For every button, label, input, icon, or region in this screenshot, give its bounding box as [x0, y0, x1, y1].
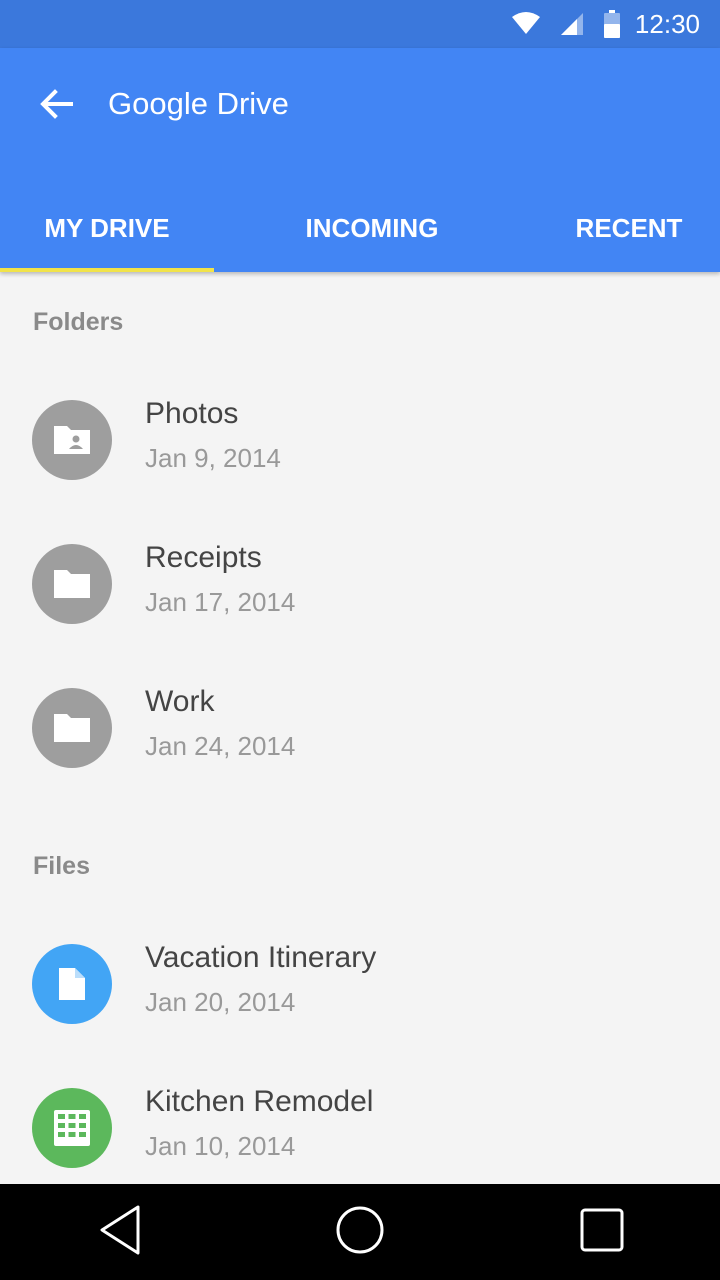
- home-circle-icon: [334, 1204, 386, 1261]
- shared-folder-icon: [32, 400, 112, 480]
- tab-incoming[interactable]: INCOMING: [262, 184, 482, 272]
- nav-back-button[interactable]: [88, 1204, 152, 1260]
- item-date: Jan 17, 2014: [145, 587, 296, 617]
- nav-home-button[interactable]: [328, 1204, 392, 1260]
- status-time: 12:30: [634, 8, 700, 39]
- item-name: Receipts: [145, 541, 262, 574]
- list-item-vacation-itinerary[interactable]: Vacation Itinerary Jan 20, 2014: [0, 904, 720, 1048]
- battery-icon: [603, 10, 621, 38]
- item-date: Jan 10, 2014: [145, 1131, 296, 1161]
- list-item-work[interactable]: Work Jan 24, 2014: [0, 648, 720, 792]
- list-item-kitchen-remodel[interactable]: Kitchen Remodel Jan 10, 2014: [0, 1048, 720, 1184]
- tab-recent[interactable]: RECENT: [560, 184, 698, 272]
- status-bar: 12:30: [0, 0, 720, 48]
- list-item-photos[interactable]: Photos Jan 9, 2014: [0, 360, 720, 504]
- tab-bar: MY DRIVE INCOMING RECENT: [0, 184, 720, 272]
- back-triangle-icon: [98, 1204, 142, 1261]
- navigation-bar: [0, 1184, 720, 1280]
- file-list[interactable]: Folders Photos Jan 9, 2014 Receipts Jan …: [0, 272, 720, 1184]
- signal-icon: [559, 11, 585, 37]
- item-date: Jan 9, 2014: [145, 443, 281, 473]
- item-name: Work: [145, 685, 215, 718]
- folder-icon: [32, 544, 112, 624]
- nav-recents-button[interactable]: [570, 1204, 634, 1260]
- section-header-folders: Folders: [33, 308, 124, 336]
- item-name: Photos: [145, 397, 239, 430]
- list-item-receipts[interactable]: Receipts Jan 17, 2014: [0, 504, 720, 648]
- recents-square-icon: [579, 1207, 625, 1258]
- app-title: Google Drive: [108, 86, 289, 121]
- app-bar: Google Drive MY DRIVE INCOMING RECENT: [0, 48, 720, 272]
- tab-my-drive[interactable]: MY DRIVE: [0, 184, 214, 272]
- item-name: Vacation Itinerary: [145, 941, 377, 974]
- status-icons: 12:30: [511, 8, 700, 40]
- document-icon: [32, 944, 112, 1024]
- item-name: Kitchen Remodel: [145, 1085, 374, 1118]
- back-button[interactable]: [28, 80, 84, 132]
- spreadsheet-icon: [32, 1088, 112, 1168]
- item-date: Jan 20, 2014: [145, 987, 296, 1017]
- folder-icon: [32, 688, 112, 768]
- wifi-icon: [511, 12, 541, 36]
- arrow-back-icon: [39, 88, 73, 124]
- section-header-files: Files: [33, 852, 90, 880]
- item-date: Jan 24, 2014: [145, 731, 296, 761]
